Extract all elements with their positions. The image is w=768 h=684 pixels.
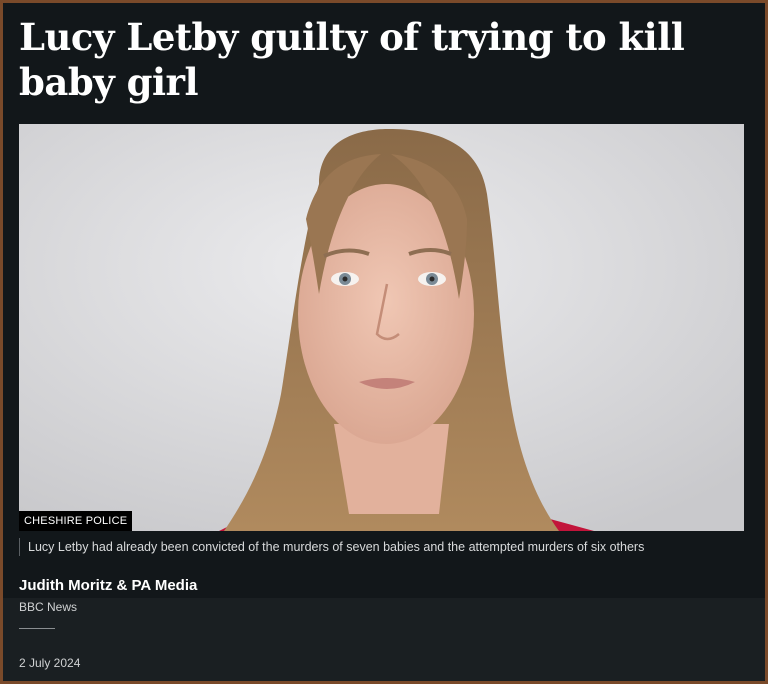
byline-panel: [3, 598, 765, 681]
article-photo: [19, 124, 744, 531]
article-headline: Lucy Letby guilty of trying to kill baby…: [19, 15, 685, 104]
article-frame: Lucy Letby guilty of trying to kill baby…: [3, 3, 765, 681]
byline-organisation: BBC News: [19, 600, 78, 614]
portrait-image: [19, 124, 744, 531]
image-credit: CHESHIRE POLICE: [19, 511, 133, 531]
byline-authors: Judith Moritz & PA Media: [19, 577, 198, 594]
publish-date: 2 July 2024: [19, 656, 81, 670]
divider: [19, 628, 55, 629]
image-caption: Lucy Letby had already been convicted of…: [19, 538, 758, 556]
